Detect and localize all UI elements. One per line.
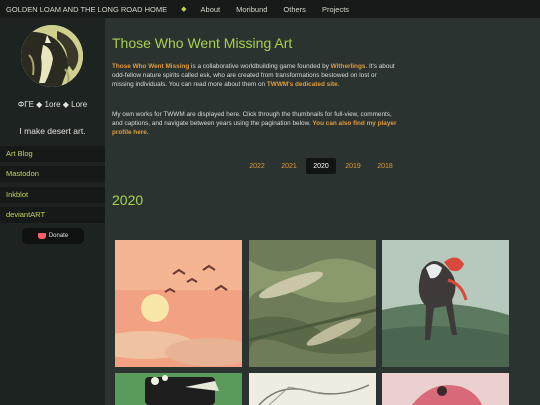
donate-label: Donate bbox=[48, 233, 69, 239]
intro-text-3: . bbox=[337, 81, 340, 88]
sidebar: ΦΓΕ ◆ 1ore ◆ Lore I make desert art. Art… bbox=[0, 18, 105, 405]
page-title: Those Who Went Missing Art bbox=[112, 35, 293, 51]
intro-paragraph: Those Who Went Missing is a collaborativ… bbox=[112, 62, 397, 89]
page-2022[interactable]: 2022 bbox=[242, 158, 272, 174]
user-tagline: I make desert art. bbox=[19, 126, 86, 136]
works-paragraph: My own works for TWWM are displayed here… bbox=[112, 110, 397, 137]
founder-link[interactable]: Witherlings bbox=[331, 63, 366, 70]
nav-others[interactable]: Others bbox=[283, 5, 306, 14]
donate-button[interactable]: Donate bbox=[22, 228, 84, 244]
artwork-thumbnail-fish-camouflage[interactable] bbox=[249, 240, 376, 367]
avatar bbox=[21, 25, 83, 87]
page-2018[interactable]: 2018 bbox=[370, 158, 400, 174]
nav-moribund[interactable]: Moribund bbox=[236, 5, 267, 14]
intro-text-1: is a collaborative worldbuilding game fo… bbox=[189, 63, 331, 70]
diamond-icon: ◆ bbox=[181, 6, 187, 13]
artwork-thumbnail-creature[interactable] bbox=[382, 240, 509, 367]
artwork-thumbnail-cranes[interactable] bbox=[115, 240, 242, 367]
sidebar-item-inkblot[interactable]: Inkblot bbox=[0, 187, 105, 203]
sidebar-item-mastodon[interactable]: Mastodon bbox=[0, 166, 105, 182]
coffee-cup-icon bbox=[37, 233, 46, 239]
page-2021[interactable]: 2021 bbox=[274, 158, 304, 174]
year-heading: 2020 bbox=[112, 192, 144, 208]
page-2020-active[interactable]: 2020 bbox=[306, 158, 336, 174]
site-title-link[interactable]: GOLDEN LOAM AND THE LONG ROAD HOME bbox=[6, 5, 167, 14]
game-name-link[interactable]: Those Who Went Missing bbox=[112, 63, 189, 70]
page-2019[interactable]: 2019 bbox=[338, 158, 368, 174]
sidebar-item-deviantart[interactable]: deviantART bbox=[0, 207, 105, 223]
artwork-thumbnail-pink[interactable] bbox=[382, 373, 509, 405]
sidebar-item-art-blog[interactable]: Art Blog bbox=[0, 146, 105, 162]
top-nav: GOLDEN LOAM AND THE LONG ROAD HOME ◆ Abo… bbox=[0, 0, 540, 18]
dedicated-site-link[interactable]: TWWM's dedicated site bbox=[267, 81, 338, 88]
artwork-thumbnail-sketch[interactable] bbox=[249, 373, 376, 405]
nav-projects[interactable]: Projects bbox=[322, 5, 349, 14]
year-pagination: 2022 2021 2020 2019 2018 bbox=[242, 158, 402, 174]
artwork-thumbnail-flowers[interactable] bbox=[115, 373, 242, 405]
user-handle: ΦΓΕ ◆ 1ore ◆ Lore bbox=[17, 100, 88, 109]
nav-about[interactable]: About bbox=[201, 5, 221, 14]
